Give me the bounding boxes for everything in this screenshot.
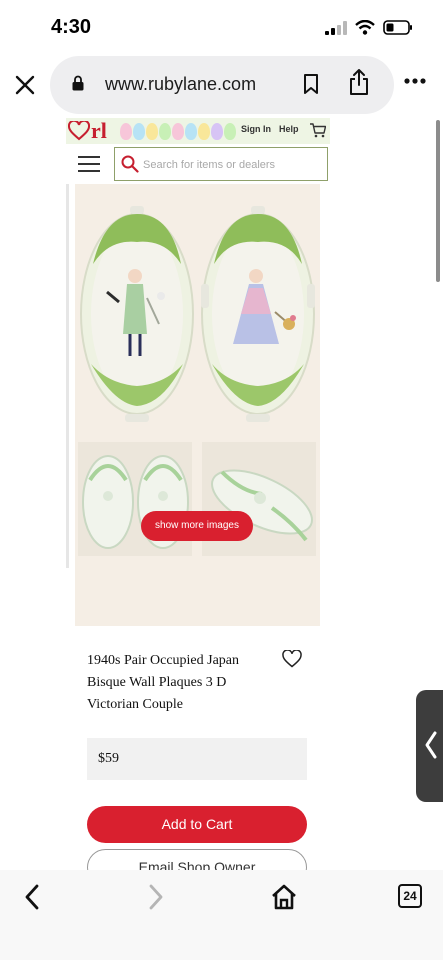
easter-egg-icon <box>185 123 197 140</box>
address-bar[interactable]: www.rubylane.com <box>50 56 394 114</box>
scrollbar[interactable] <box>436 120 440 282</box>
tabs-icon[interactable]: 24 <box>398 884 422 908</box>
product-title-line: 1940s Pair Occupied Japan <box>87 653 240 668</box>
price-box: $59 <box>87 738 307 780</box>
cellular-signal-icon <box>325 20 347 35</box>
status-time: 4:30 <box>51 16 92 38</box>
easter-egg-icon <box>159 123 171 140</box>
easter-egg-icon <box>198 123 210 140</box>
easter-egg-icon <box>133 123 145 140</box>
signin-link[interactable]: Sign In <box>241 124 271 134</box>
chevron-left-icon <box>425 731 437 759</box>
easter-egg-banner <box>120 121 238 141</box>
browser-toolbar: www.rubylane.com <box>0 56 443 118</box>
bottom-toolbar: 24 <box>0 870 443 960</box>
close-icon[interactable] <box>12 72 38 98</box>
back-icon[interactable] <box>22 883 42 911</box>
menu-icon[interactable] <box>78 156 100 174</box>
bookmark-icon[interactable] <box>303 73 319 95</box>
easter-egg-icon <box>120 123 132 140</box>
divider <box>66 184 69 568</box>
url-text: www.rubylane.com <box>105 74 257 94</box>
home-icon[interactable] <box>270 883 298 911</box>
status-bar: 4:30 <box>0 0 443 56</box>
image-gallery: show more images <box>75 184 320 626</box>
webpage-content: rl Sign In Help Search for items or deal… <box>66 118 330 886</box>
search-placeholder: Search for items or dealers <box>143 159 276 171</box>
product-title-line: Bisque Wall Plaques 3 D <box>87 675 227 690</box>
cart-icon[interactable] <box>309 122 326 138</box>
easter-egg-icon <box>211 123 223 140</box>
heart-icon[interactable] <box>282 650 302 668</box>
price: $59 <box>98 751 119 766</box>
status-icons <box>325 20 413 35</box>
battery-icon <box>383 20 412 35</box>
search-icon[interactable] <box>121 155 139 173</box>
lock-icon <box>72 75 84 91</box>
more-icon[interactable] <box>404 78 426 84</box>
product-title: 1940s Pair Occupied Japan Bisque Wall Pl… <box>87 650 277 716</box>
easter-egg-icon <box>146 123 158 140</box>
main-product-image[interactable] <box>75 184 320 438</box>
product-title-line: Victorian Couple <box>87 697 183 712</box>
share-icon[interactable] <box>348 68 370 96</box>
add-to-cart-button[interactable]: Add to Cart <box>87 806 307 843</box>
site-logo[interactable]: rl <box>91 118 107 144</box>
show-more-images-button[interactable]: show more images <box>141 511 253 541</box>
side-panel-tab[interactable] <box>416 690 443 802</box>
wifi-icon <box>355 20 375 35</box>
wall-plaques-photo <box>80 206 315 422</box>
help-link[interactable]: Help <box>279 124 299 134</box>
heart-logo-icon[interactable] <box>68 121 90 141</box>
easter-egg-icon <box>224 123 236 140</box>
search-input[interactable]: Search for items or dealers <box>114 147 328 181</box>
site-header: rl Sign In Help <box>66 118 330 144</box>
easter-egg-icon <box>172 123 184 140</box>
forward-icon[interactable] <box>146 883 166 911</box>
